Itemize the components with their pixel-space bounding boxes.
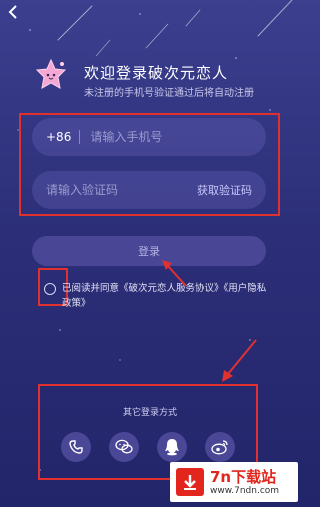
other-login-label: 其它登录方式 xyxy=(122,408,177,418)
app-logo xyxy=(35,58,67,89)
field-divider xyxy=(79,130,81,144)
phone-input[interactable] xyxy=(90,130,252,144)
wechat-login-button[interactable] xyxy=(109,432,139,462)
watermark-title: 7n下载站 xyxy=(210,467,277,486)
agree-radio[interactable] xyxy=(44,283,56,295)
phone-login-button[interactable] xyxy=(61,432,91,462)
site-watermark: 7n下载站 www.7ndn.com xyxy=(170,462,298,502)
page-subtitle: 未注册的手机号验证通过后将自动注册 xyxy=(84,88,254,99)
qq-icon xyxy=(165,439,179,456)
page-title: 欢迎登录破次元恋人 xyxy=(84,64,229,82)
chevron-left-icon xyxy=(8,5,17,19)
phone-icon xyxy=(69,440,83,454)
agreement-text[interactable]: 已阅读并同意《破次元恋人服务协议》《用户隐私政策》 xyxy=(62,281,272,311)
phone-field[interactable]: +86 xyxy=(32,118,266,156)
country-code[interactable]: +86 xyxy=(46,130,71,144)
login-button[interactable]: 登录 xyxy=(32,236,266,266)
wechat-icon xyxy=(115,439,133,454)
code-field[interactable]: 获取验证码 xyxy=(32,171,266,209)
code-input[interactable] xyxy=(46,183,197,197)
weibo-login-button[interactable] xyxy=(205,432,235,462)
get-code-button[interactable]: 获取验证码 xyxy=(197,182,252,198)
back-button[interactable] xyxy=(8,4,18,23)
qq-login-button[interactable] xyxy=(157,432,187,462)
watermark-url: www.7ndn.com xyxy=(210,485,280,496)
weibo-icon xyxy=(211,440,228,455)
download-icon xyxy=(176,468,204,496)
